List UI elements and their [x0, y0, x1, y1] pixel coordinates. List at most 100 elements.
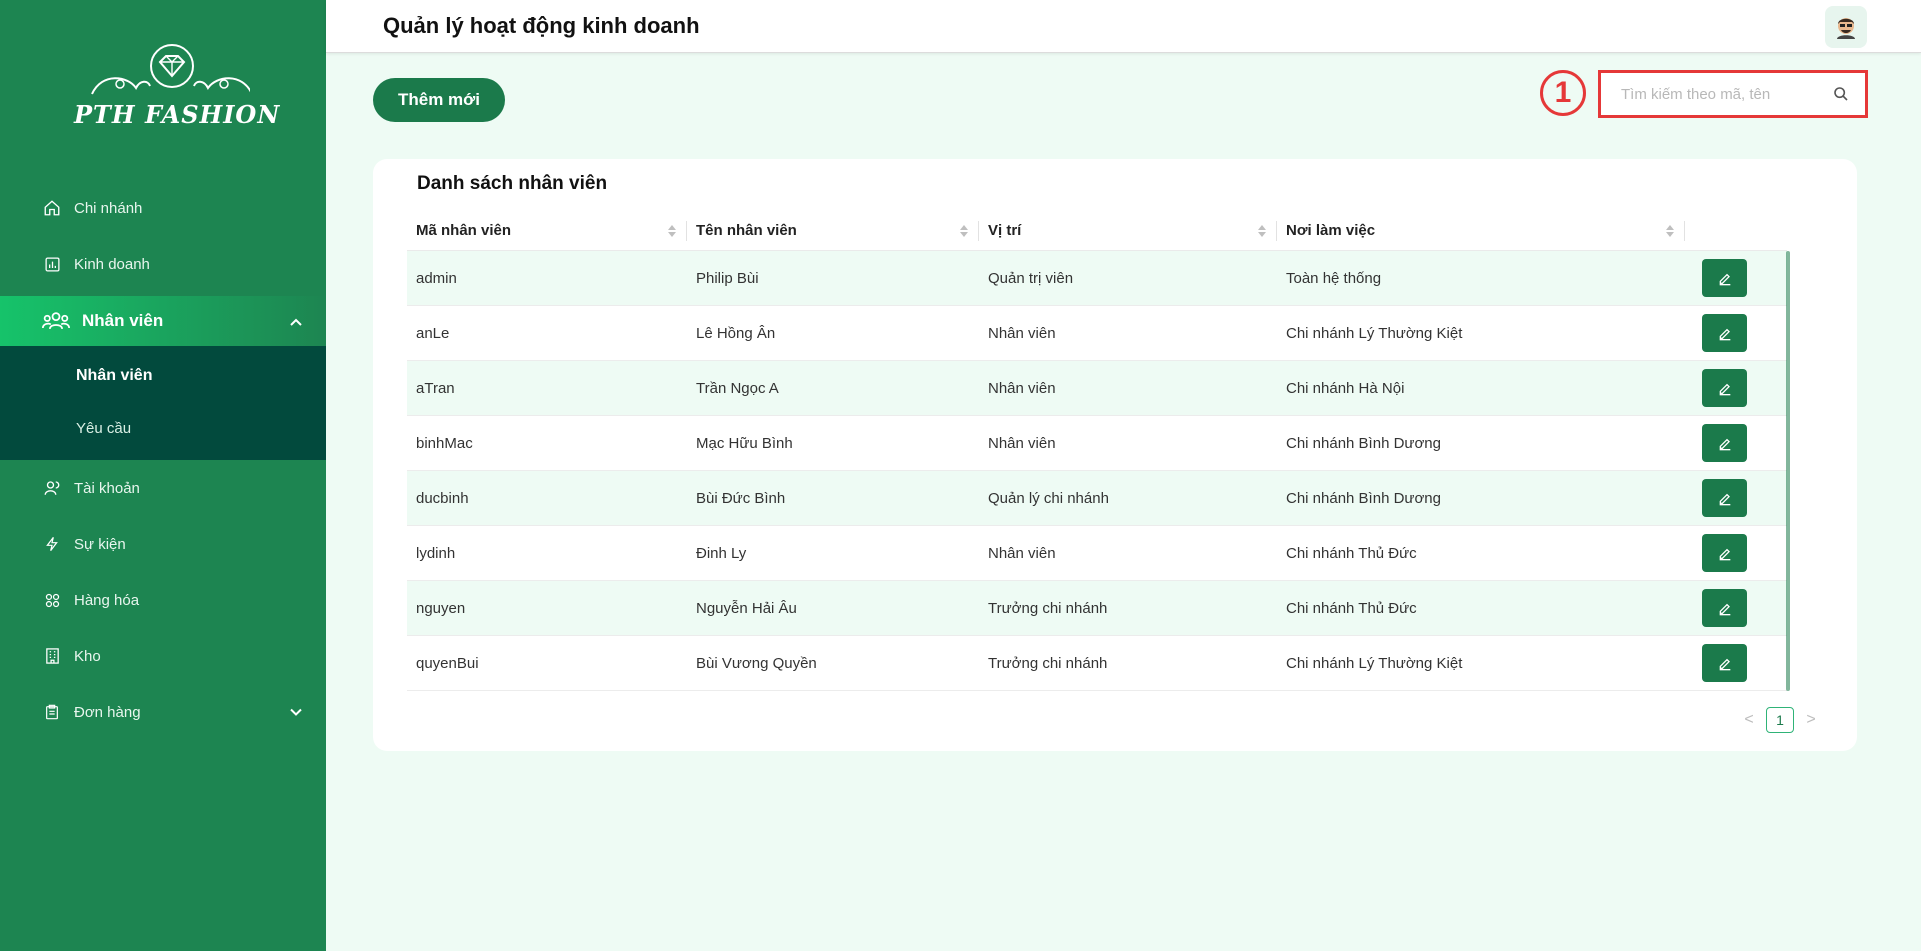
cell-position: Trưởng chi nhánh — [988, 599, 1108, 617]
sort-icon[interactable] — [667, 224, 677, 242]
table-row[interactable]: ducbinh Bùi Đức Bình Quản lý chi nhánh Chi … — [407, 471, 1787, 526]
cell-position: Trưởng chi nhánh — [988, 654, 1108, 672]
cell-employee-name: Mạc Hữu Bình — [696, 434, 793, 452]
chevron-down-icon — [290, 704, 302, 721]
edit-button[interactable] — [1702, 534, 1747, 572]
cell-actions — [1685, 479, 1787, 517]
edit-button[interactable] — [1702, 259, 1747, 297]
cell-workplace: Chi nhánh Hà Nội — [1286, 379, 1405, 397]
diamond-logo-icon — [91, 44, 250, 95]
cell-actions — [1685, 314, 1787, 352]
prev-page-button[interactable]: < — [1738, 711, 1760, 729]
table-scrollbar[interactable] — [1786, 251, 1790, 691]
cell-employee-name: Bùi Vương Quyền — [696, 654, 817, 672]
sort-icon[interactable] — [959, 224, 969, 242]
sort-icon[interactable] — [1257, 224, 1267, 242]
cell-position: Nhân viên — [988, 324, 1056, 342]
sort-icon[interactable] — [1665, 224, 1675, 242]
column-header-ma-nhan-vien[interactable]: Mã nhân viên — [407, 211, 687, 251]
edit-button[interactable] — [1702, 589, 1747, 627]
table-row[interactable]: nguyen Nguyễn Hải Âu Trưởng chi nhánh Chi n… — [407, 581, 1787, 636]
sidebar-item-kinh-doanh[interactable]: Kinh doanh — [0, 236, 326, 292]
edit-button[interactable] — [1702, 314, 1747, 352]
logo-text: PTH FASHION — [74, 100, 281, 129]
cell-employee-id: binhMac — [416, 434, 473, 452]
sidebar-item-su-kien[interactable]: Sự kiện — [0, 516, 326, 572]
sidebar-item-label: Nhân viên — [82, 311, 164, 330]
column-header-label: Tên nhân viên — [696, 222, 797, 239]
building-icon — [42, 646, 62, 666]
avatar[interactable] — [1825, 6, 1867, 48]
sidebar-submenu-nhan-vien: Nhân viên Yêu cầu — [0, 346, 326, 460]
sidebar-item-tai-khoan[interactable]: Tài khoản — [0, 460, 326, 516]
table-body: admin Philip Bùi Quản trị viên Toàn hệ thốn… — [407, 251, 1787, 691]
chart-icon — [42, 254, 62, 274]
edit-button[interactable] — [1702, 644, 1747, 682]
clipboard-icon — [42, 702, 62, 722]
annotation-marker: 1 — [1540, 70, 1586, 116]
table-row[interactable]: anLe Lê Hồng Ân Nhân viên Chi nhánh Lý Thườ… — [407, 306, 1787, 361]
edit-button[interactable] — [1702, 479, 1747, 517]
sidebar-item-kho[interactable]: Kho — [0, 628, 326, 684]
column-header-ten-nhan-vien[interactable]: Tên nhân viên — [687, 211, 979, 251]
search-box — [1598, 70, 1868, 118]
cell-position: Quản trị viên — [988, 269, 1074, 287]
sidebar-item-label: Tài khoản — [74, 479, 140, 497]
column-header-noi-lam-viec[interactable]: Nơi làm việc — [1277, 211, 1685, 251]
edit-button[interactable] — [1702, 369, 1747, 407]
edit-pencil-icon — [1719, 548, 1730, 561]
cell-workplace: Chi nhánh Bình Dương — [1286, 489, 1441, 507]
sidebar-item-hang-hoa[interactable]: Hàng hóa — [0, 572, 326, 628]
cell-actions — [1685, 589, 1787, 627]
grid-icon — [42, 590, 62, 610]
cell-actions — [1685, 644, 1787, 682]
table-row[interactable]: admin Philip Bùi Quản trị viên Toàn hệ thốn… — [407, 251, 1787, 306]
column-header-vi-tri[interactable]: Vị trí — [979, 211, 1277, 251]
edit-pencil-icon — [1719, 658, 1730, 671]
home-icon — [42, 198, 62, 218]
sidebar-item-label: Kho — [74, 647, 101, 665]
search-input[interactable] — [1607, 79, 1837, 109]
cell-position: Nhân viên — [988, 379, 1056, 397]
sidebar-item-label: Sự kiện — [74, 535, 126, 553]
lightning-icon — [42, 534, 62, 554]
cell-actions — [1685, 369, 1787, 407]
table-row[interactable]: lydinh Đinh Ly Nhân viên Chi nhánh Thủ Đức — [407, 526, 1787, 581]
edit-pencil-icon — [1719, 438, 1730, 451]
next-page-button[interactable]: > — [1800, 711, 1822, 729]
table-title: Danh sách nhân viên — [417, 173, 608, 194]
page-number-button[interactable]: 1 — [1766, 707, 1794, 733]
cell-workplace: Chi nhánh Bình Dương — [1286, 434, 1441, 452]
column-header-label: Vị trí — [988, 222, 1022, 239]
table-row[interactable]: aTran Trần Ngọc A Nhân viên Chi nhánh Hà Nộ… — [407, 361, 1787, 416]
column-header-actions — [1685, 211, 1787, 251]
cell-employee-name: Lê Hồng Ân — [696, 324, 776, 342]
cell-workplace: Chi nhánh Lý Thường Kiệt — [1286, 654, 1463, 672]
sidebar: PTH FASHION Chi nhánh Kinh doanh Nhân vi… — [0, 0, 326, 951]
sidebar-item-chi-nhanh[interactable]: Chi nhánh — [0, 180, 326, 236]
pagination: < 1 > — [1738, 707, 1822, 733]
table-row[interactable]: quyenBui Bùi Vương Quyền Trưởng chi nhánh C… — [407, 636, 1787, 691]
edit-pencil-icon — [1719, 603, 1730, 616]
cell-employee-id: lydinh — [416, 544, 456, 562]
column-header-label: Nơi làm việc — [1286, 222, 1376, 239]
search-icon[interactable] — [1833, 86, 1849, 107]
sidebar-item-nhan-vien[interactable]: Nhân viên — [0, 296, 326, 346]
cell-workplace: Chi nhánh Thủ Đức — [1286, 544, 1417, 562]
cell-employee-id: ducbinh — [416, 489, 469, 507]
column-header-label: Mã nhân viên — [416, 222, 512, 239]
add-new-button[interactable]: Thêm mới — [373, 78, 505, 122]
table-row[interactable]: binhMac Mạc Hữu Bình Nhân viên Chi nhánh Bì… — [407, 416, 1787, 471]
employee-table: Mã nhân viên Tên nhân viên Vị trí Nơi là… — [407, 211, 1790, 691]
brand-logo[interactable]: PTH FASHION — [70, 42, 279, 142]
submenu-item-yeu-cau[interactable]: Yêu cầu — [0, 402, 326, 454]
edit-pencil-icon — [1719, 493, 1730, 506]
sidebar-item-label: Hàng hóa — [74, 591, 140, 609]
edit-button[interactable] — [1702, 424, 1747, 462]
cell-employee-name: Trần Ngọc A — [696, 379, 779, 397]
cell-workplace: Chi nhánh Thủ Đức — [1286, 599, 1417, 617]
sidebar-item-don-hang[interactable]: Đơn hàng — [0, 684, 326, 740]
sidebar-item-label: Chi nhánh — [74, 199, 143, 217]
cell-workplace: Toàn hệ thống — [1286, 269, 1382, 287]
submenu-item-nhan-vien[interactable]: Nhân viên — [0, 350, 326, 402]
